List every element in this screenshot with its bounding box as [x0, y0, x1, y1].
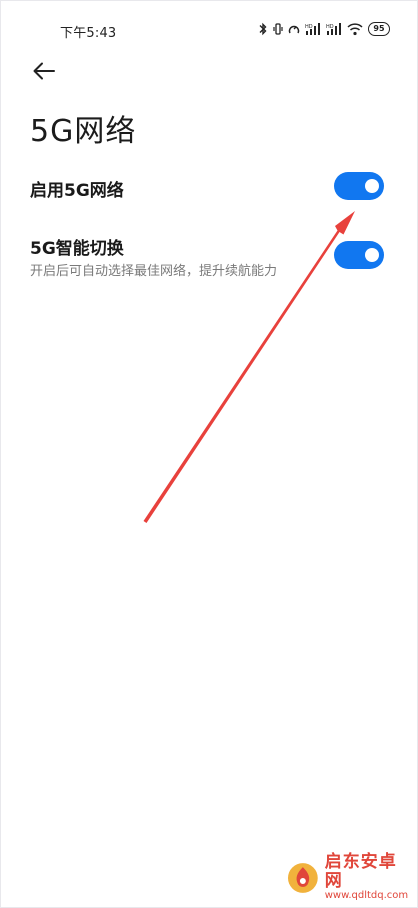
status-icons: HD HD 95 [258, 21, 390, 37]
wifi-icon [347, 23, 363, 36]
watermark-logo-icon [287, 863, 318, 893]
status-bar: 下午5:43 HD HD 95 [0, 0, 418, 58]
vibrate-icon [273, 23, 283, 35]
watermark: 启东安卓网 www.qdltdq.com [286, 852, 414, 902]
toggle-knob [365, 179, 379, 193]
setting-row-enable-5g[interactable]: 启用5G网络 [0, 170, 418, 210]
setting-desc-5g-smart-switch: 开启后可自动选择最佳网络，提升续航能力 [30, 264, 278, 279]
page-title: 5G网络 [30, 114, 137, 149]
data-saver-icon [288, 25, 300, 34]
bluetooth-icon [259, 22, 267, 36]
watermark-url: www.qdltdq.com [324, 890, 409, 902]
toggle-knob [365, 248, 379, 262]
signal-hd-1-icon: HD [305, 23, 320, 35]
watermark-title: 启东安卓网 [324, 851, 397, 891]
setting-row-5g-smart-switch[interactable]: 5G智能切换 开启后可自动选择最佳网络，提升续航能力 [0, 228, 418, 284]
setting-label-enable-5g: 启用5G网络 [30, 181, 124, 201]
signal-hd-2-icon: HD [326, 23, 341, 35]
arrow-left-icon [33, 62, 55, 80]
toggle-5g-smart-switch[interactable] [334, 241, 384, 269]
back-button[interactable] [26, 56, 62, 86]
toggle-enable-5g[interactable] [334, 172, 384, 200]
setting-label-5g-smart-switch: 5G智能切换 [30, 239, 124, 259]
status-time: 下午5:43 [60, 26, 117, 41]
battery-indicator: 95 [368, 22, 390, 36]
